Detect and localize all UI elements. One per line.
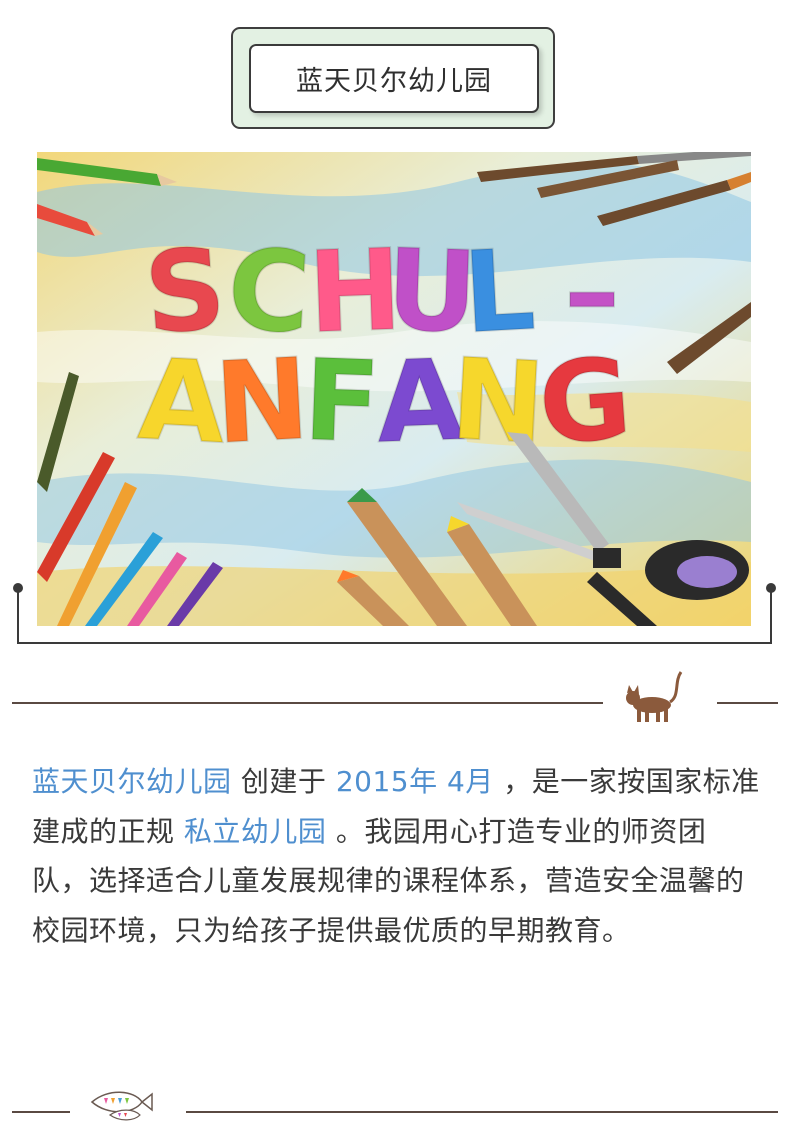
title-badge: 蓝天贝尔幼儿园: [231, 27, 555, 129]
fish-icon: [90, 1091, 153, 1121]
cat-divider: [12, 671, 778, 722]
hero-letter: N: [212, 335, 312, 470]
kindergarten-type: 私立幼儿园: [183, 814, 327, 848]
hero-letter: F: [301, 336, 382, 469]
hero-line2: ANFANG: [134, 333, 636, 471]
hero-letter: G: [535, 334, 636, 470]
intro-text-1: 创建于: [231, 765, 336, 798]
image-frame-bracket: [13, 583, 776, 644]
cat-icon: [626, 671, 683, 722]
founding-date: 2015年 4月: [335, 765, 494, 798]
fish-divider: [12, 1091, 778, 1121]
hero-image: S C H U L – ANFANG: [37, 152, 751, 626]
kindergarten-name: 蓝天贝尔幼儿园: [32, 765, 232, 798]
intro-paragraph: 蓝天贝尔幼儿园 创建于 2015年 4月 ，是一家按国家标准建成的正规 私立幼儿…: [32, 757, 762, 955]
page-title: 蓝天贝尔幼儿园: [249, 44, 539, 113]
